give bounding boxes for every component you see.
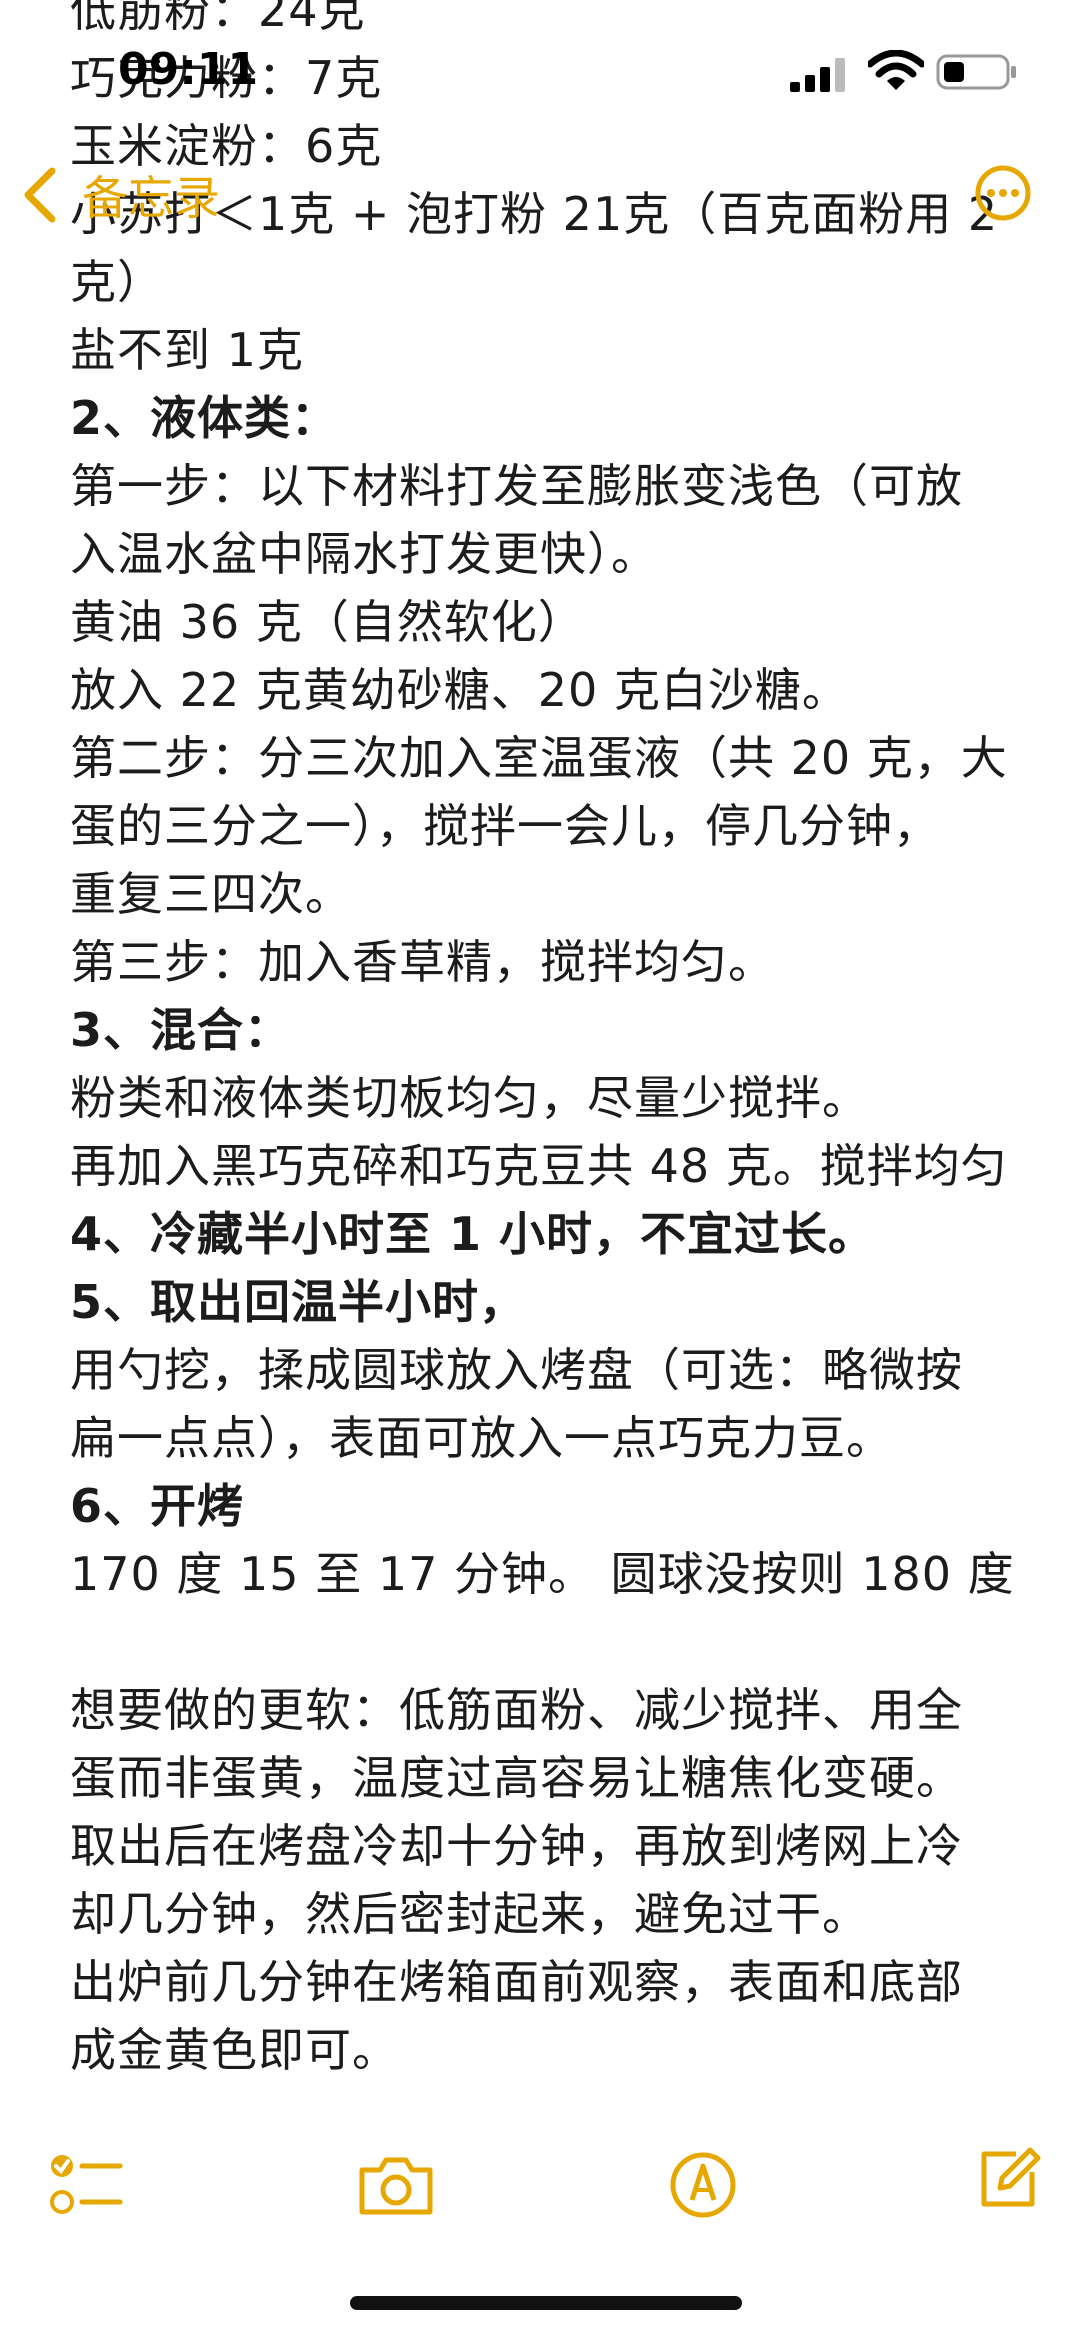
note-line: 第三步：加入香草精，搅拌均匀。 [70, 935, 775, 989]
chevron-left-icon [24, 167, 56, 223]
note-line: 出炉前几分钟在烤箱面前观察，表面和底部 [70, 1955, 963, 2009]
more-options-icon[interactable] [974, 164, 1032, 222]
note-line: 盐不到 1克 [70, 323, 304, 377]
note-line: 蛋而非蛋黄，温度过高容易让糖焦化变硬。 [70, 1751, 963, 1805]
note-heading-line: 3、混合： [70, 1003, 292, 1057]
note-line [70, 1608, 1030, 1676]
note-line: 放入 22 克黄幼砂糖、20 克白沙糖。 [70, 663, 849, 717]
notes-screen: 低筋粉：24克 巧克力粉：7克 玉米淀粉：6克 小苏打＜1克 + 泡打粉 21克（百克… [0, 0, 1080, 2337]
home-indicator [350, 2296, 742, 2310]
note-line: 蛋的三分之一），搅拌一会儿，停几分钟， [70, 799, 940, 853]
note-heading-line: 2、液体类： [70, 391, 339, 445]
note-line: 扁一点点），表面可放入一点巧克力豆。 [70, 1411, 893, 1465]
status-time: 09:11 [118, 44, 259, 95]
compose-icon[interactable] [976, 2146, 1042, 2212]
note-line: 重复三四次。 [70, 867, 352, 921]
cellular-signal-icon [790, 58, 845, 92]
note-line: 第二步：分三次加入室温蛋液（共 20 克，大 [70, 731, 1008, 785]
note-line: 想要做的更软：低筋面粉、减少搅拌、用全 [70, 1683, 963, 1737]
note-line: 却几分钟，然后密封起来，避免过干。 [70, 1887, 869, 1941]
back-button-label: 备忘录 [82, 171, 220, 225]
note-line: 取出后在烤盘冷却十分钟，再放到烤网上冷 [70, 1819, 963, 1873]
checklist-icon[interactable] [48, 2150, 124, 2220]
camera-icon[interactable] [356, 2154, 436, 2218]
note-line: 170 度 15 至 17 分钟。 圆球没按则 180 度 [70, 1547, 1015, 1601]
note-line: 第一步：以下材料打发至膨胀变浅色（可放 [70, 459, 963, 513]
note-line: 成金黄色即可。 [70, 2023, 399, 2077]
back-button[interactable]: 备忘录 [20, 160, 220, 230]
status-bar: 09:11 [0, 0, 1080, 140]
note-line: 再加入黑巧克碎和巧克豆共 48 克。搅拌均匀 [70, 1139, 1008, 1193]
note-heading-line: 5、取出回温半小时， [70, 1275, 527, 1329]
wifi-icon [868, 50, 924, 90]
battery-icon [936, 54, 1016, 90]
note-heading-line: 6、开烤 [70, 1479, 245, 1533]
note-line: 黄油 36 克（自然软化） [70, 595, 585, 649]
note-line: 用勺挖，揉成圆球放入烤盘（可选：略微按 [70, 1343, 963, 1397]
note-heading-line: 4、冷藏半小时至 1 小时，不宜过长。 [70, 1207, 876, 1261]
note-line: 克） [70, 255, 164, 309]
note-line: 粉类和液体类切板均匀，尽量少搅拌。 [70, 1071, 869, 1125]
note-line: 入温水盆中隔水打发更快）。 [70, 527, 658, 581]
markup-pen-icon[interactable] [668, 2150, 738, 2220]
bottom-toolbar [0, 2120, 1080, 2270]
note-body[interactable]: 低筋粉：24克 巧克力粉：7克 玉米淀粉：6克 小苏打＜1克 + 泡打粉 21克（百克… [70, 0, 1030, 2084]
